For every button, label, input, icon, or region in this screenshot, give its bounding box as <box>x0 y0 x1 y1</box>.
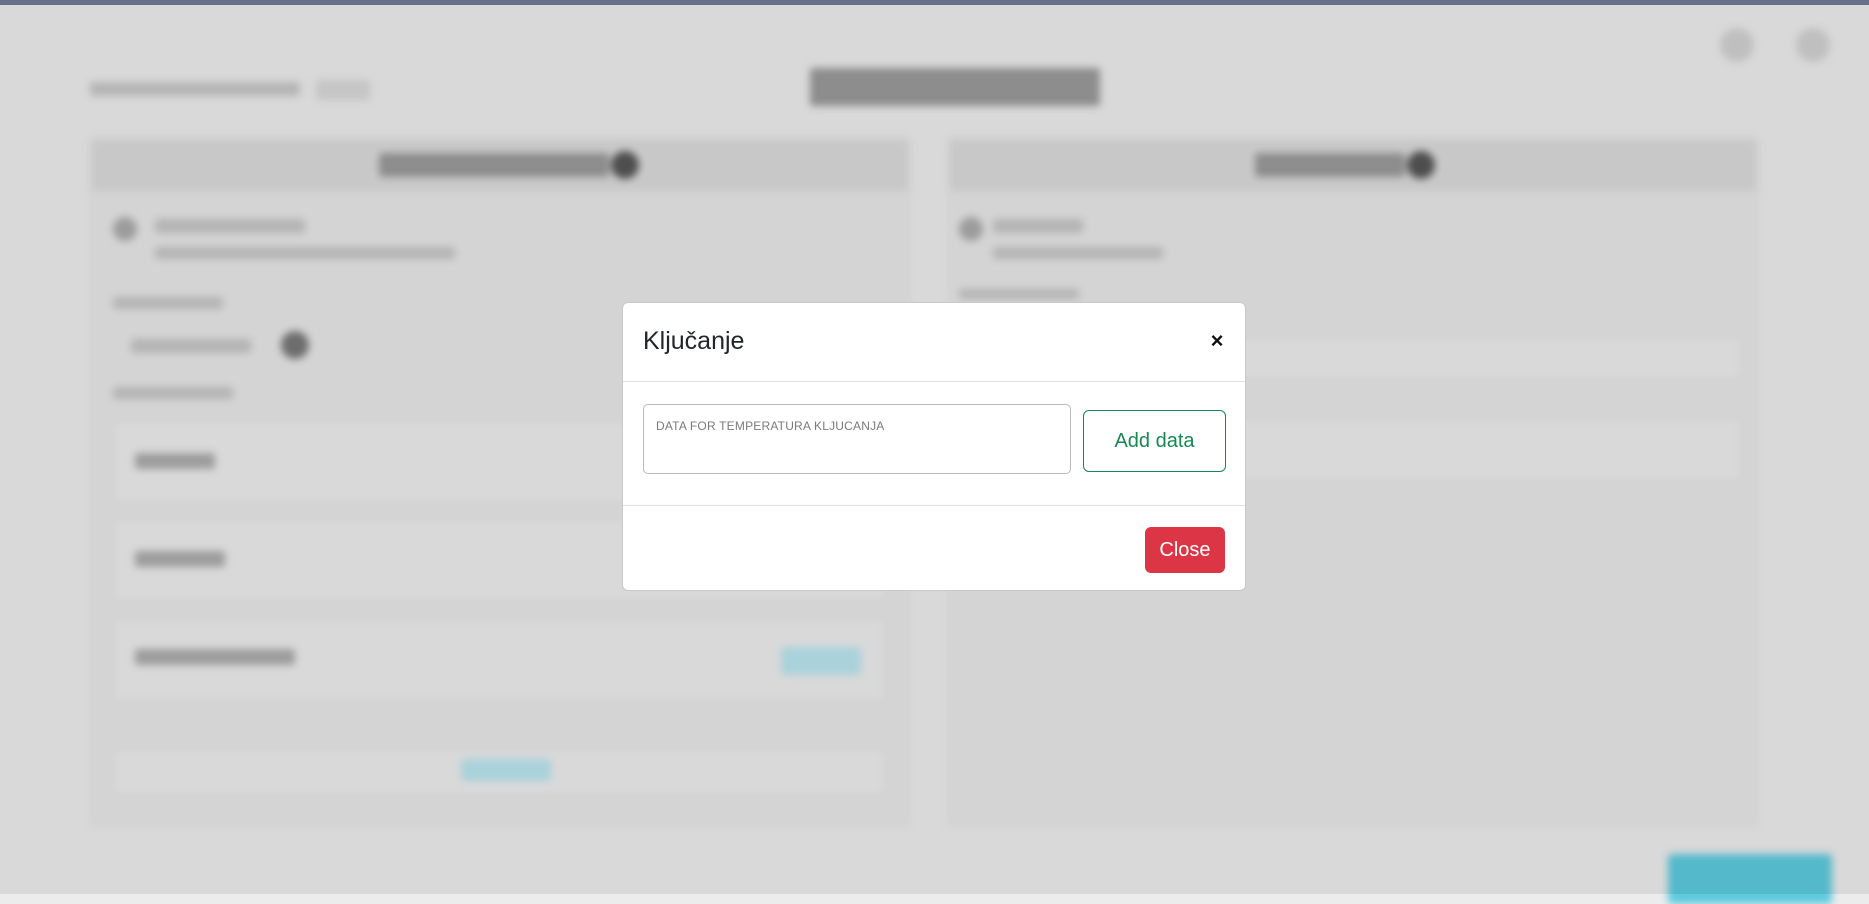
modal-header: Ključanje × <box>623 303 1245 382</box>
modal-footer: Close <box>623 506 1245 590</box>
modal-body: DATA FOR TEMPERATURA KLJUCANJA Add data <box>623 382 1245 506</box>
close-button[interactable]: Close <box>1145 527 1225 573</box>
kljucanje-modal: Ključanje × DATA FOR TEMPERATURA KLJUCAN… <box>622 302 1246 591</box>
close-icon[interactable]: × <box>1205 329 1229 353</box>
temperatura-kljucanja-label: DATA FOR TEMPERATURA KLJUCANJA <box>656 419 885 433</box>
temperatura-kljucanja-field[interactable]: DATA FOR TEMPERATURA KLJUCANJA <box>643 404 1071 474</box>
add-data-button[interactable]: Add data <box>1083 410 1226 472</box>
modal-title: Ključanje <box>643 327 745 355</box>
temperatura-kljucanja-input[interactable] <box>656 439 1056 465</box>
